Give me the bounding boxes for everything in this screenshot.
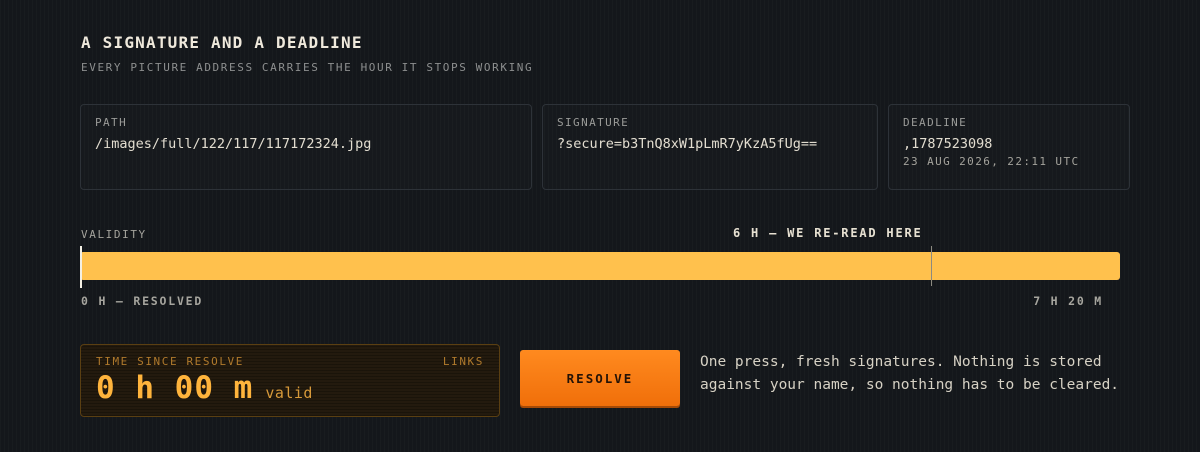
reread-marker-label: 6 H — WE RE-READ HERE [733,226,923,240]
counter-label: TIME SINCE RESOLVE [96,355,245,368]
deadline-label: DEADLINE [903,116,968,129]
path-value: /images/full/122/117/117172324.jpg [95,136,372,152]
signature-label: SIGNATURE [557,116,630,129]
deadline-value: ,1787523098 [903,136,993,152]
deadline-card: DEADLINE ,1787523098 23 AUG 2026, 22:11 … [888,104,1130,190]
page-subtitle: EVERY PICTURE ADDRESS CARRIES THE HOUR I… [81,61,534,74]
counter-status: valid [265,384,313,402]
path-label: PATH [95,116,128,129]
signature-card: SIGNATURE ?secure=b3TnQ8xW1pLmR7yKzA5fUg… [542,104,878,190]
time-since-resolve-panel: TIME SINCE RESOLVE LINKS 0 h 00 m valid [80,344,500,417]
header: A SIGNATURE AND A DEADLINE EVERY PICTURE… [81,33,533,74]
signature-value: ?secure=b3TnQ8xW1pLmR7yKzA5fUg== [557,136,818,152]
links-label: LINKS [442,355,484,368]
counter-value: 0 h 00 m [96,370,254,406]
resolve-note: One press, fresh signatures. Nothing is … [700,354,1120,393]
validity-label: VALIDITY [81,228,147,241]
page-title: A SIGNATURE AND A DEADLINE [81,33,363,52]
reread-marker [931,246,932,286]
validity-bar [80,252,1120,280]
resolve-button[interactable]: RESOLVE [520,350,680,406]
end-label: 7 H 20 M [1033,294,1103,308]
elapsed-marker [80,246,82,288]
deadline-date: 23 AUG 2026, 22:11 UTC [903,155,1080,168]
path-card: PATH /images/full/122/117/117172324.jpg [80,104,532,190]
start-label: 0 H — RESOLVED [81,294,204,308]
